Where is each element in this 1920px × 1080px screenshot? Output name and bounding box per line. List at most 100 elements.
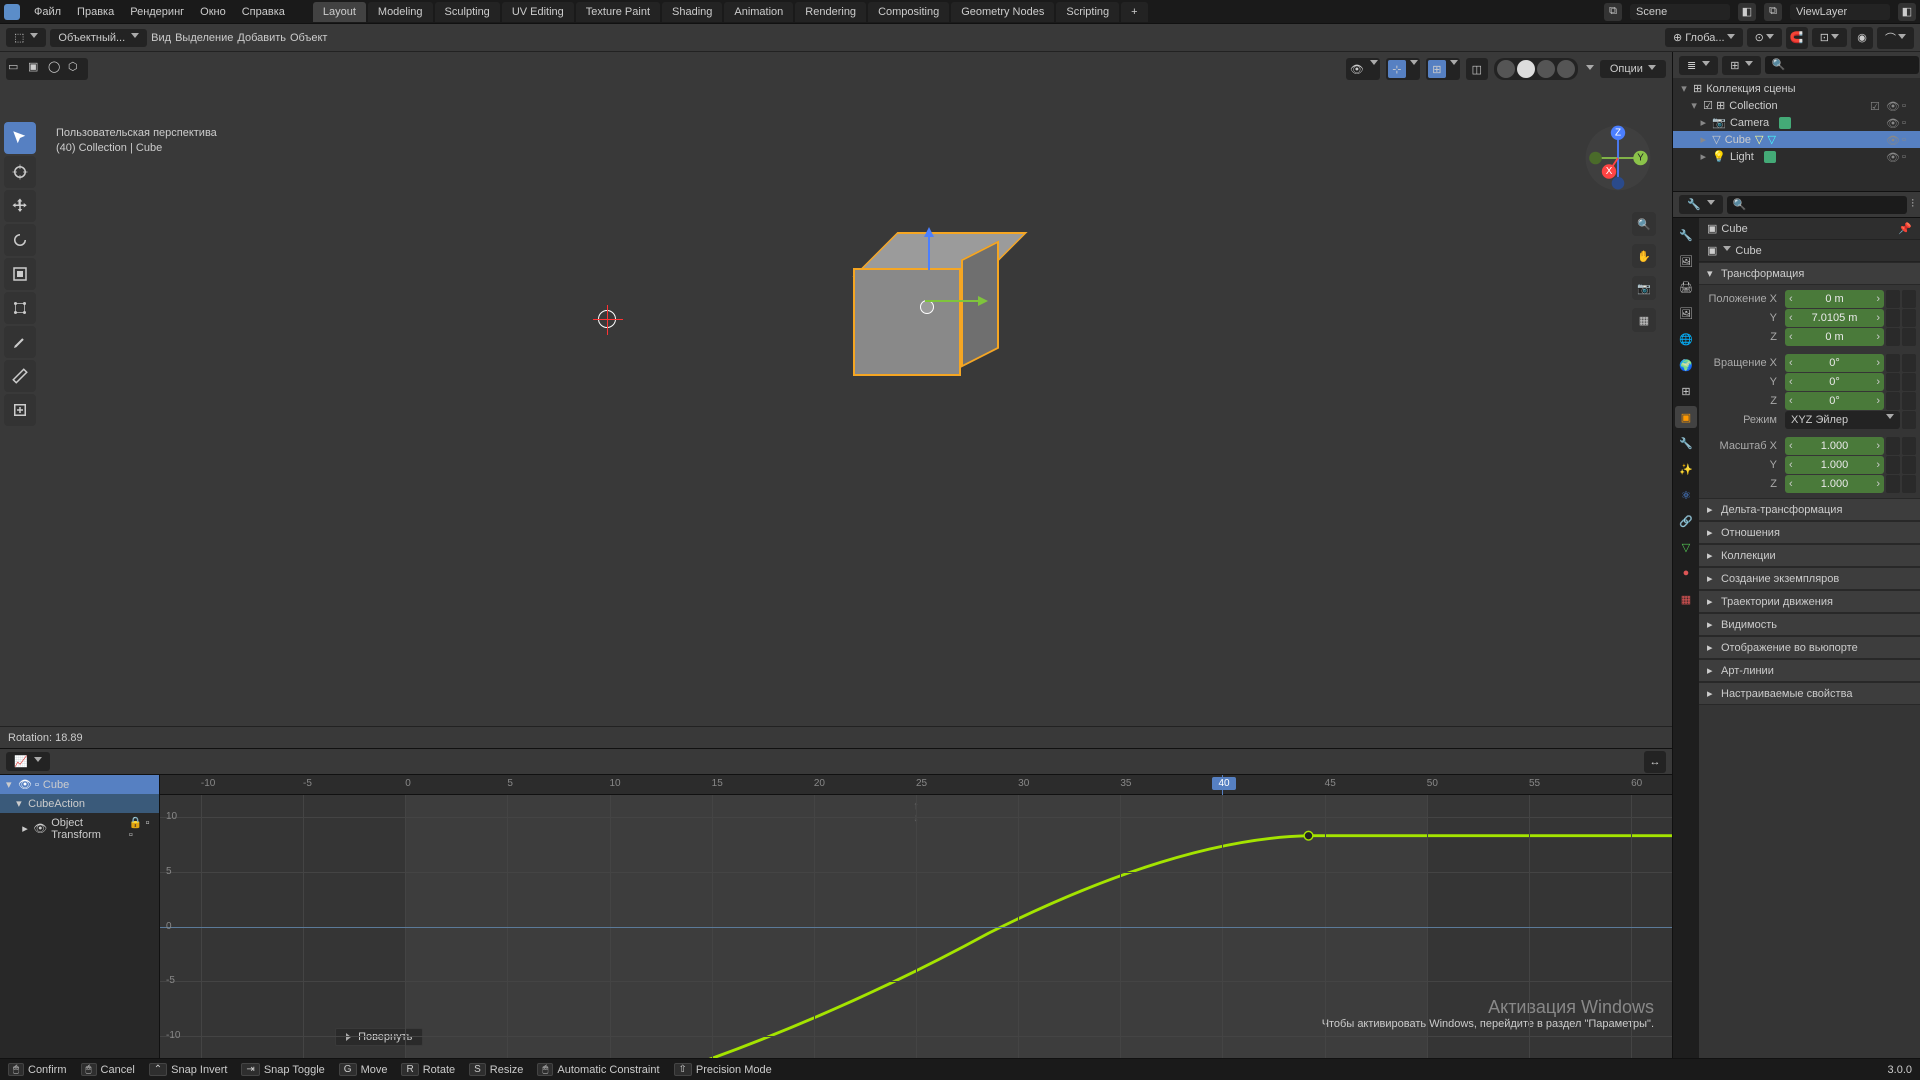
- ge-timeline[interactable]: -10-5051015202530354045505560: [160, 775, 1672, 795]
- tab-modeling[interactable]: Modeling: [368, 2, 433, 22]
- persp-icon[interactable]: ▦: [1632, 308, 1656, 332]
- panel-custom-props[interactable]: ▸Настраиваемые свойства: [1699, 682, 1920, 705]
- ptab-modifier[interactable]: 🔧: [1675, 432, 1697, 454]
- tool-cursor[interactable]: [4, 156, 36, 188]
- options-dropdown[interactable]: Опции: [1600, 60, 1666, 78]
- panel-transform[interactable]: ▾Трансформация: [1699, 262, 1920, 285]
- viewport-visibility-icon[interactable]: 👁: [1346, 58, 1380, 80]
- viewlayer-new-icon[interactable]: ◧: [1898, 3, 1916, 21]
- nav-gizmo[interactable]: Y Z X: [1582, 122, 1654, 194]
- ptab-particles[interactable]: ✨: [1675, 458, 1697, 480]
- tab-shading[interactable]: Shading: [662, 2, 722, 22]
- box-select-icon[interactable]: ▣: [28, 60, 46, 78]
- pivot-selector[interactable]: ⊙: [1747, 28, 1782, 47]
- tab-texpaint[interactable]: Texture Paint: [576, 2, 660, 22]
- panel-relations[interactable]: ▸Отношения: [1699, 521, 1920, 544]
- menu-add[interactable]: Добавить: [237, 32, 286, 44]
- 3d-viewport[interactable]: ▭ ▣ ◯ ⬡ 👁 ⊹ ⊞ ◫: [0, 52, 1672, 748]
- ptab-output[interactable]: 🖨: [1675, 276, 1697, 298]
- tab-layout[interactable]: Layout: [313, 2, 366, 22]
- rot-z[interactable]: 0°: [1785, 392, 1884, 410]
- menu-help[interactable]: Справка: [234, 3, 293, 21]
- menu-edit[interactable]: Правка: [69, 3, 122, 21]
- shading-options-icon[interactable]: [1586, 65, 1594, 74]
- outliner-light[interactable]: ▸💡 Light 👁▫: [1673, 148, 1920, 165]
- ge-normalize[interactable]: ↔: [1644, 751, 1666, 773]
- tab-add[interactable]: +: [1121, 2, 1147, 22]
- scale-z[interactable]: 1.000: [1785, 475, 1884, 493]
- panel-viewport-display[interactable]: ▸Отображение во вьюпорте: [1699, 636, 1920, 659]
- tool-measure[interactable]: [4, 360, 36, 392]
- panel-motion-paths[interactable]: ▸Траектории движения: [1699, 590, 1920, 613]
- solid-icon[interactable]: [1517, 60, 1535, 78]
- tool-addcube[interactable]: [4, 394, 36, 426]
- overlay-toggle[interactable]: ⊞: [1426, 58, 1460, 80]
- menu-object[interactable]: Объект: [290, 32, 327, 44]
- viewlayer-browse-icon[interactable]: ⧉: [1764, 3, 1782, 21]
- rendered-icon[interactable]: [1557, 60, 1575, 78]
- tool-move[interactable]: [4, 190, 36, 222]
- rot-x[interactable]: 0°: [1785, 354, 1884, 372]
- scene-new-icon[interactable]: ◧: [1738, 3, 1756, 21]
- ge-editor-type[interactable]: 📈: [6, 752, 50, 771]
- editor-type-selector[interactable]: ⬚: [6, 28, 46, 47]
- shading-modes[interactable]: [1494, 58, 1578, 80]
- loc-y[interactable]: 7.0105 m: [1785, 309, 1884, 327]
- ptab-material[interactable]: ●: [1675, 562, 1697, 584]
- ge-graph-area[interactable]: -10-5051015202530354045505560 40 ↑↓ Акти…: [160, 775, 1672, 1058]
- zoom-icon[interactable]: 🔍: [1632, 212, 1656, 236]
- loc-z[interactable]: 0 m: [1785, 328, 1884, 346]
- ptab-object[interactable]: ▣: [1675, 406, 1697, 428]
- menu-select[interactable]: Выделение: [175, 32, 233, 44]
- tab-sculpting[interactable]: Sculpting: [435, 2, 500, 22]
- proportional-falloff[interactable]: ⌒: [1877, 27, 1914, 49]
- props-options-icon[interactable]: ⫶: [1911, 198, 1914, 211]
- panel-collections[interactable]: ▸Коллекции: [1699, 544, 1920, 567]
- blender-logo-icon[interactable]: [4, 4, 20, 20]
- tab-compositing[interactable]: Compositing: [868, 2, 949, 22]
- viewlayer-name[interactable]: ViewLayer: [1790, 4, 1890, 20]
- ptab-data[interactable]: ▽: [1675, 536, 1697, 558]
- ptab-viewlayer[interactable]: 🖼: [1675, 302, 1697, 324]
- panel-lineart[interactable]: ▸Арт-линии: [1699, 659, 1920, 682]
- tab-scripting[interactable]: Scripting: [1056, 2, 1119, 22]
- outliner-display[interactable]: ⊞: [1722, 56, 1761, 75]
- loc-x[interactable]: 0 m: [1785, 290, 1884, 308]
- camera-icon[interactable]: 📷: [1632, 276, 1656, 300]
- ptab-constraint[interactable]: 🔗: [1675, 510, 1697, 532]
- outliner-collection[interactable]: ▾☑ ⊞ Collection☑👁▫: [1673, 97, 1920, 114]
- tab-geomnodes[interactable]: Geometry Nodes: [951, 2, 1054, 22]
- tool-transform[interactable]: [4, 292, 36, 324]
- tab-animation[interactable]: Animation: [724, 2, 793, 22]
- snap-selector[interactable]: ⊡: [1812, 28, 1847, 47]
- tool-rotate[interactable]: [4, 224, 36, 256]
- ptab-scene[interactable]: 🌐: [1675, 328, 1697, 350]
- outliner-scene-collection[interactable]: ▾⊞ Коллекция сцены: [1673, 80, 1920, 97]
- tool-select[interactable]: [4, 122, 36, 154]
- panel-delta[interactable]: ▸Дельта-трансформация: [1699, 498, 1920, 521]
- props-editor-type[interactable]: 🔧: [1679, 195, 1723, 214]
- gizmo-z-arrow[interactable]: [928, 230, 930, 270]
- outliner-cube[interactable]: ▸▽ Cube ▽ ▽👁▫: [1673, 131, 1920, 148]
- ptab-physics[interactable]: ⚛: [1675, 484, 1697, 506]
- xray-toggle[interactable]: ◫: [1466, 58, 1488, 80]
- gizmo-y-arrow[interactable]: [925, 300, 985, 302]
- scene-browse-icon[interactable]: ⧉: [1604, 3, 1622, 21]
- wireframe-icon[interactable]: [1497, 60, 1515, 78]
- pan-icon[interactable]: ✋: [1632, 244, 1656, 268]
- menu-file[interactable]: Файл: [26, 3, 69, 21]
- proportional-edit[interactable]: ◉: [1851, 27, 1873, 49]
- ptab-collection[interactable]: ⊞: [1675, 380, 1697, 402]
- gizmo-toggle[interactable]: ⊹: [1386, 58, 1420, 80]
- ge-action-row[interactable]: ▾CubeAction: [0, 794, 159, 813]
- menu-render[interactable]: Рендеринг: [122, 3, 192, 21]
- snap-toggle[interactable]: 🧲: [1786, 27, 1808, 49]
- scale-x[interactable]: 1.000: [1785, 437, 1884, 455]
- tool-scale[interactable]: [4, 258, 36, 290]
- tool-annotate[interactable]: [4, 326, 36, 358]
- tab-uv[interactable]: UV Editing: [502, 2, 574, 22]
- rotation-mode[interactable]: XYZ Эйлер: [1785, 411, 1900, 429]
- rot-y[interactable]: 0°: [1785, 373, 1884, 391]
- loc-x-anim[interactable]: [1902, 290, 1916, 308]
- panel-instancing[interactable]: ▸Создание экземпляров: [1699, 567, 1920, 590]
